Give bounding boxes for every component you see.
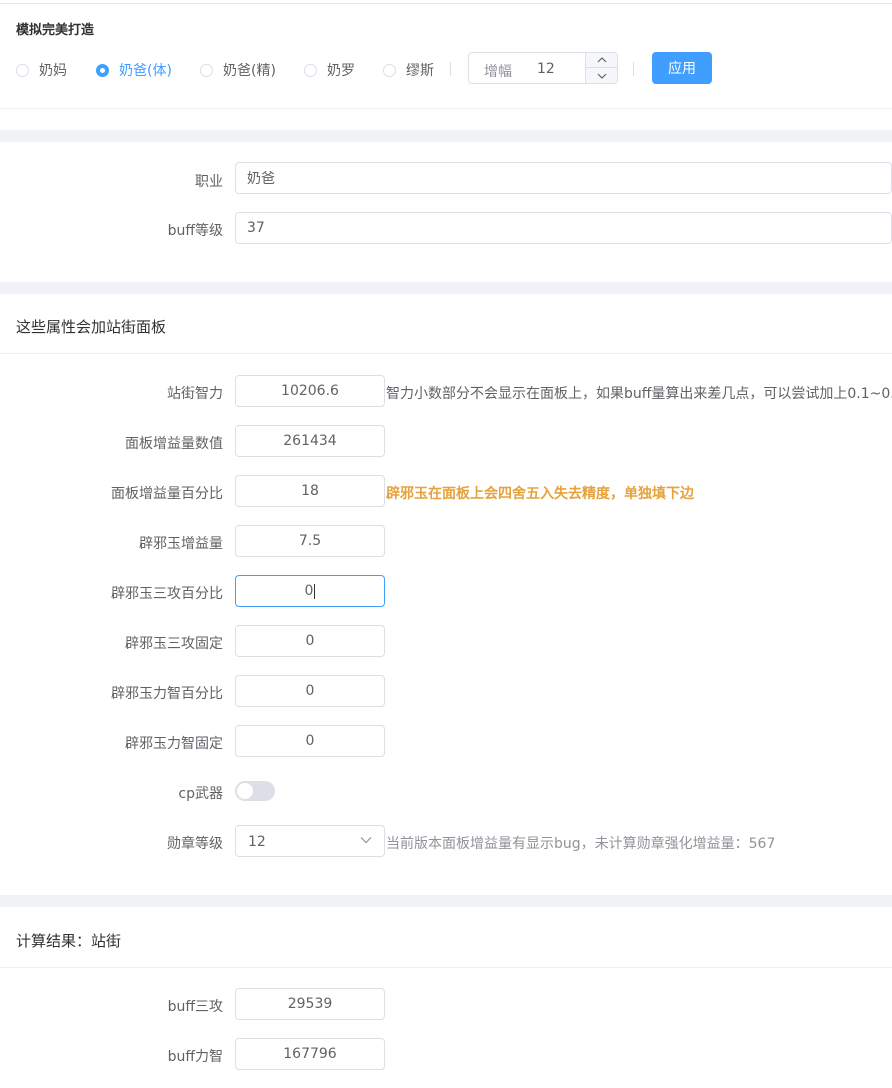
radio-nailuo[interactable]: 奶罗 (304, 60, 355, 80)
radio-muse[interactable]: 缪斯 (383, 60, 434, 80)
buff-stat-value: 167796 (283, 1046, 337, 1062)
apply-button[interactable]: 应用 (652, 52, 712, 84)
divider (633, 62, 634, 76)
medal-level-label: 勋章等级 (167, 836, 223, 852)
buff-level-field[interactable]: 37 (235, 212, 892, 244)
radio-label: 缪斯 (406, 63, 434, 79)
job-label: 职业 (195, 174, 223, 190)
warning-hint: 辟邪玉在面板上会四舍五入失去精度，单独填下边 (386, 486, 694, 502)
radio-circle-icon (16, 63, 29, 77)
buff-level-value: 37 (247, 220, 265, 236)
result-header: 计算结果：站街 (16, 932, 122, 950)
int-input-value: 10206.6 (281, 383, 339, 399)
cp-weapon-label: cp武器 (178, 786, 223, 802)
section-gap (0, 895, 892, 907)
divider (0, 967, 892, 968)
int-input[interactable]: 10206.6 (235, 375, 385, 407)
field-label: 辟邪玉三攻百分比 (111, 586, 223, 602)
section-gap (0, 130, 892, 142)
radio-naima[interactable]: 奶妈 (16, 60, 67, 80)
jade-stat-percent-input[interactable]: 0 (235, 675, 385, 707)
simulate-title: 模拟完美打造 (16, 23, 95, 38)
job-field[interactable]: 奶爸 (235, 162, 892, 194)
stepper-decrease-button[interactable] (586, 68, 617, 83)
radio-label: 奶罗 (327, 63, 355, 79)
radio-circle-icon (200, 63, 213, 77)
radio-label: 奶爸(精) (223, 63, 276, 79)
field-label: 站街智力 (167, 386, 223, 402)
buff-atk-value: 29539 (287, 996, 333, 1012)
field-label: 面板增益量百分比 (111, 486, 223, 502)
buff-level-label: buff等级 (167, 223, 223, 239)
field-label: 辟邪玉增益量 (139, 536, 223, 552)
radio-naiba-jing[interactable]: 奶爸(精) (200, 60, 276, 80)
chevron-down-icon (597, 73, 606, 79)
panel-gain-percent-input[interactable]: 18 (235, 475, 385, 507)
jade-stat-fixed-value: 0 (305, 733, 315, 749)
chevron-up-icon (597, 57, 606, 63)
radio-checked-icon (96, 63, 109, 77)
jade-atk-fixed-input[interactable]: 0 (235, 625, 385, 657)
field-label: 辟邪玉力智百分比 (111, 686, 223, 702)
jade-atk-fixed-value: 0 (305, 633, 315, 649)
panel-gain-value-input[interactable]: 261434 (235, 425, 385, 457)
stepper-controls (585, 53, 617, 83)
panel-gain-percent-value: 18 (301, 483, 319, 499)
panel-header: 这些属性会加站街面板 (16, 318, 167, 336)
radio-naiba-ti[interactable]: 奶爸(体) (96, 60, 172, 80)
switch-knob (237, 783, 253, 799)
stepper-increase-button[interactable] (586, 53, 617, 68)
field-label: buff三攻 (167, 999, 223, 1015)
job-value: 奶爸 (247, 171, 275, 187)
stepper-value[interactable]: 12 (537, 61, 555, 77)
field-label: 面板增益量数值 (125, 436, 223, 452)
jade-gain-value: 7.5 (298, 533, 322, 549)
jade-stat-fixed-input[interactable]: 0 (235, 725, 385, 757)
jade-gain-input[interactable]: 7.5 (235, 525, 385, 557)
buff-stat-result: 167796 (235, 1038, 385, 1070)
field-label: buff力智 (167, 1049, 223, 1065)
buff-atk-result: 29539 (235, 988, 385, 1020)
radio-label: 奶爸(体) (119, 63, 172, 79)
amplify-stepper[interactable]: 增幅 12 (468, 52, 618, 84)
divider (0, 108, 892, 109)
jade-atk-percent-input[interactable]: 0 (235, 575, 385, 607)
divider (450, 62, 451, 76)
jade-stat-percent-value: 0 (305, 683, 315, 699)
radio-circle-icon (304, 63, 317, 77)
jade-atk-percent-value: 0 (304, 583, 314, 599)
text-caret (314, 583, 316, 599)
stepper-prefix: 增幅 (484, 64, 512, 80)
int-hint: 智力小数部分不会显示在面板上，如果buff量算出来差几点，可以尝试加上0.1~0… (386, 386, 892, 402)
section-gap (0, 282, 892, 294)
chevron-down-icon (360, 837, 372, 844)
radio-circle-icon (383, 63, 396, 77)
field-label: 辟邪玉力智固定 (125, 736, 223, 752)
field-label: 辟邪玉三攻固定 (125, 636, 223, 652)
cp-weapon-switch[interactable] (235, 781, 275, 801)
panel-gain-value: 261434 (283, 433, 337, 449)
medal-level-select[interactable]: 12 (235, 825, 385, 857)
divider (0, 353, 892, 354)
medal-hint: 当前版本面板增益量有显示bug，未计算勋章强化增益量：567 (386, 836, 776, 852)
radio-label: 奶妈 (39, 63, 67, 79)
medal-level-value: 12 (248, 834, 266, 850)
card-border (0, 3, 892, 4)
